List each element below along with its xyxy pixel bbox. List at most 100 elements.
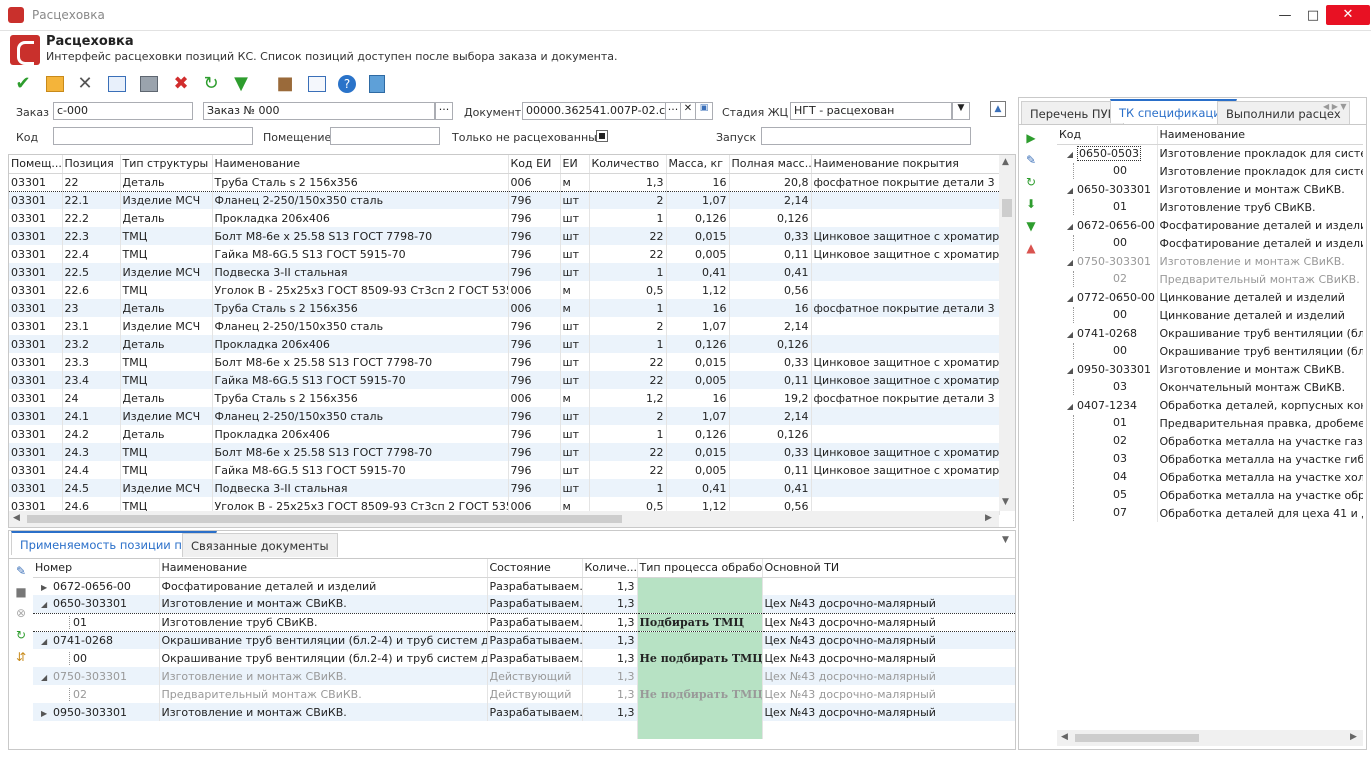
tree-row[interactable]: ◢ 0672-0656-00 Фосфатирование деталей и из… — [1057, 216, 1363, 234]
table-row[interactable]: ▶ 0672-0656-00 Фосфатирование деталей и из… — [33, 577, 1015, 595]
tree-row[interactable]: 01 Предварительная правка, дробеметная — [1057, 414, 1363, 432]
close-button[interactable]: ✕ — [1326, 5, 1370, 25]
collapse-node-icon[interactable]: ◢ — [1059, 222, 1077, 231]
table-row[interactable]: 03301 23.4 ТМЦ Гайка М8-6G.5 S13 ГОСТ 5915-… — [9, 371, 1000, 389]
delete-icon[interactable]: ✖ — [168, 72, 194, 96]
tree-row[interactable]: ◢ 0950-303301 Изготовление и монтаж СВиКВ. — [1057, 360, 1363, 378]
tree-row[interactable]: 04 Обработка металла на участке холодн — [1057, 468, 1363, 486]
refresh-rows-icon[interactable]: ↻ — [13, 627, 29, 643]
column-header[interactable]: Состояние — [487, 559, 583, 578]
table-row[interactable]: 03301 23 Деталь Труба Сталь s 2 156х356 006 м… — [9, 299, 1000, 317]
expand-icon[interactable]: ▶ — [41, 583, 53, 592]
document-folder-icon[interactable]: ▣ — [695, 102, 713, 120]
tree-row[interactable]: 07 Обработка деталей для цеха 41 и друг — [1057, 504, 1363, 522]
tree-row[interactable]: 00 Цинкование деталей и изделий — [1057, 306, 1363, 324]
collapse-node-icon[interactable]: ◢ — [1059, 366, 1077, 375]
sort-icon[interactable]: ⇵ — [13, 649, 29, 665]
table-row[interactable]: 03301 24.1 Изделие МСЧ Фланец 2-250/150х350… — [9, 407, 1000, 425]
tree-row[interactable]: ◢ 0407-1234 Обработка деталей, корпусных к… — [1057, 396, 1363, 414]
table-row[interactable]: 03301 22.3 ТМЦ Болт М8-6е х 25.58 S13 ГОСТ … — [9, 227, 1000, 245]
table-row[interactable]: 03301 22.2 Деталь Прокладка 206х406 796 шт 1 0,… — [9, 209, 1000, 227]
document-field[interactable]: 00000.362541.007Р-02.с-00 — [522, 102, 666, 120]
cross-icon[interactable]: ✕ — [72, 72, 98, 96]
cancel-icon[interactable]: ⊗ — [13, 605, 29, 621]
table-row[interactable]: 03301 22.1 Изделие МСЧ Фланец 2-250/150х350… — [9, 191, 1000, 209]
column-header[interactable]: Тип процесса обрабо... — [637, 559, 763, 578]
table-row[interactable]: 01 Изготовление труб СВиКВ. Разрабатываем.… — [33, 612, 1015, 632]
table-row[interactable]: 03301 24.3 ТМЦ Болт М8-6е х 25.58 S13 ГОСТ … — [9, 443, 1000, 461]
table-row[interactable]: 03301 24.2 Деталь Прокладка 206х406 796 шт 1 0,… — [9, 425, 1000, 443]
scrollbar-thumb[interactable] — [1002, 199, 1012, 217]
order-ellipsis-button[interactable]: ··· — [435, 102, 453, 120]
right-scroll-right-icon[interactable]: ▶ — [1350, 732, 1357, 742]
table-row[interactable]: 03301 24.5 Изделие МСЧ Подвеска 3-II стальн… — [9, 479, 1000, 497]
tab-scroll-icons[interactable]: ◀ ▶ ▼ — [1323, 102, 1347, 111]
expand-icon[interactable]: ◢ — [41, 600, 53, 609]
column-header[interactable]: Наименование — [159, 559, 488, 578]
collapse-node-icon[interactable]: ◢ — [1059, 294, 1077, 303]
column-header[interactable]: ЕИ — [560, 155, 590, 174]
right-h-thumb[interactable] — [1075, 734, 1199, 742]
tree-row[interactable]: 05 Обработка металла на участке обрабо — [1057, 486, 1363, 504]
tree-row[interactable]: ◢ 0772-0650-00 Цинкование деталей и издели… — [1057, 288, 1363, 306]
column-header[interactable]: Тип структуры — [120, 155, 213, 174]
table-row[interactable]: 03301 23.1 Изделие МСЧ Фланец 2-250/150х350… — [9, 317, 1000, 335]
column-header[interactable]: Номер — [33, 559, 160, 578]
expand-icon[interactable]: ◢ — [41, 637, 53, 646]
column-header[interactable]: Количе... — [582, 559, 638, 578]
note-icon[interactable] — [42, 72, 68, 96]
refresh-icon[interactable]: ↻ — [198, 72, 224, 96]
stage-select[interactable]: НГТ - расцехован — [790, 102, 952, 120]
table-row[interactable]: 00 Окрашивание труб вентиляции (бл.2-4) и… — [33, 649, 1015, 667]
check-icon[interactable]: ✔ — [10, 72, 36, 96]
tab-pug-list[interactable]: Перечень ПУГ — [1021, 101, 1124, 125]
order-code-field[interactable]: с-000 — [53, 102, 193, 120]
column-header[interactable]: Наименование — [212, 155, 509, 174]
edit-row-icon[interactable]: ✎ — [13, 563, 29, 579]
scroll-up-icon[interactable]: ▲ — [1002, 157, 1009, 167]
horizontal-scrollbar[interactable]: ◀ ▶ — [9, 511, 999, 527]
code-field[interactable] — [53, 127, 253, 145]
only-uncut-checkbox[interactable] — [596, 130, 608, 142]
column-header[interactable]: Код ЕИ — [508, 155, 561, 174]
collapse-node-icon[interactable]: ◢ — [1059, 330, 1077, 339]
tree-row[interactable]: 03 Обработка металла на участке гибки — [1057, 450, 1363, 468]
column-header[interactable]: Масса, кг — [666, 155, 730, 174]
scroll-right-icon[interactable]: ▶ — [985, 513, 992, 523]
up-icon[interactable]: ▲ — [1023, 240, 1039, 256]
collapse-node-icon[interactable]: ◢ — [1059, 402, 1077, 411]
scroll-down-icon[interactable]: ▼ — [1002, 497, 1009, 507]
play-icon[interactable]: ▶ — [1023, 130, 1039, 146]
tree-row[interactable]: ◢ 0650-303301 Изготовление и монтаж СВиКВ. — [1057, 180, 1363, 198]
collapse-node-icon[interactable]: ◢ — [1059, 150, 1077, 159]
tree-row[interactable]: 00 Окрашивание труб вентиляции (бл.2-4) — [1057, 342, 1363, 360]
table-row[interactable]: 03301 24 Деталь Труба Сталь s 2 156х356 006 м… — [9, 389, 1000, 407]
table-row[interactable]: 03301 22.5 Изделие МСЧ Подвеска 3-II стальн… — [9, 263, 1000, 281]
table-row[interactable]: 03301 23.2 Деталь Прокладка 206х406 796 шт 1 0,… — [9, 335, 1000, 353]
table-row[interactable]: ◢ 0650-303301 Изготовление и монтаж СВиКВ.… — [33, 595, 1015, 613]
table-row[interactable]: ▶ 0950-303301 Изготовление и монтаж СВиКВ.… — [33, 703, 1015, 721]
right-h-scrollbar[interactable]: ◀ ▶ — [1057, 730, 1363, 746]
filter-icon[interactable]: ▼ — [228, 72, 254, 96]
column-header[interactable]: Количество — [589, 155, 667, 174]
table-row[interactable]: 02 Предварительный монтаж СВиКВ. Действующ… — [33, 685, 1015, 703]
document-clear-icon[interactable]: ✕ — [680, 102, 696, 120]
scroll-left-icon[interactable]: ◀ — [13, 513, 20, 523]
filter-spec-icon[interactable]: ▼ — [1023, 218, 1039, 234]
tree-row[interactable]: 00 Фосфатирование деталей и изделий — [1057, 234, 1363, 252]
door-icon[interactable] — [364, 72, 390, 96]
table-row[interactable]: 03301 24.4 ТМЦ Гайка М8-6G.5 S13 ГОСТ 5915-… — [9, 461, 1000, 479]
launch-field[interactable] — [761, 127, 971, 145]
tree-row[interactable]: ◢ 0750-303301 Изготовление и монтаж СВиКВ. — [1057, 252, 1363, 270]
expand-icon[interactable]: ▶ — [41, 709, 53, 718]
column-header[interactable]: Основной ТИ — [762, 559, 1015, 578]
collapse-icon[interactable]: ▲ — [990, 101, 1006, 117]
tab-related-documents[interactable]: Связанные документы — [182, 533, 338, 557]
table-row[interactable]: 03301 22 Деталь Труба Сталь s 2 156х356 006 м… — [9, 172, 1000, 192]
edit-icon[interactable] — [104, 72, 130, 96]
expand-icon[interactable]: ◢ — [41, 673, 53, 682]
tree-row[interactable]: 00 Изготовление прокладок для систем ве — [1057, 162, 1363, 180]
tree-row[interactable]: 01 Изготовление труб СВиКВ. — [1057, 198, 1363, 216]
collapse-node-icon[interactable]: ◢ — [1059, 258, 1077, 267]
tree-row[interactable]: 02 Обработка металла на участке газовой — [1057, 432, 1363, 450]
